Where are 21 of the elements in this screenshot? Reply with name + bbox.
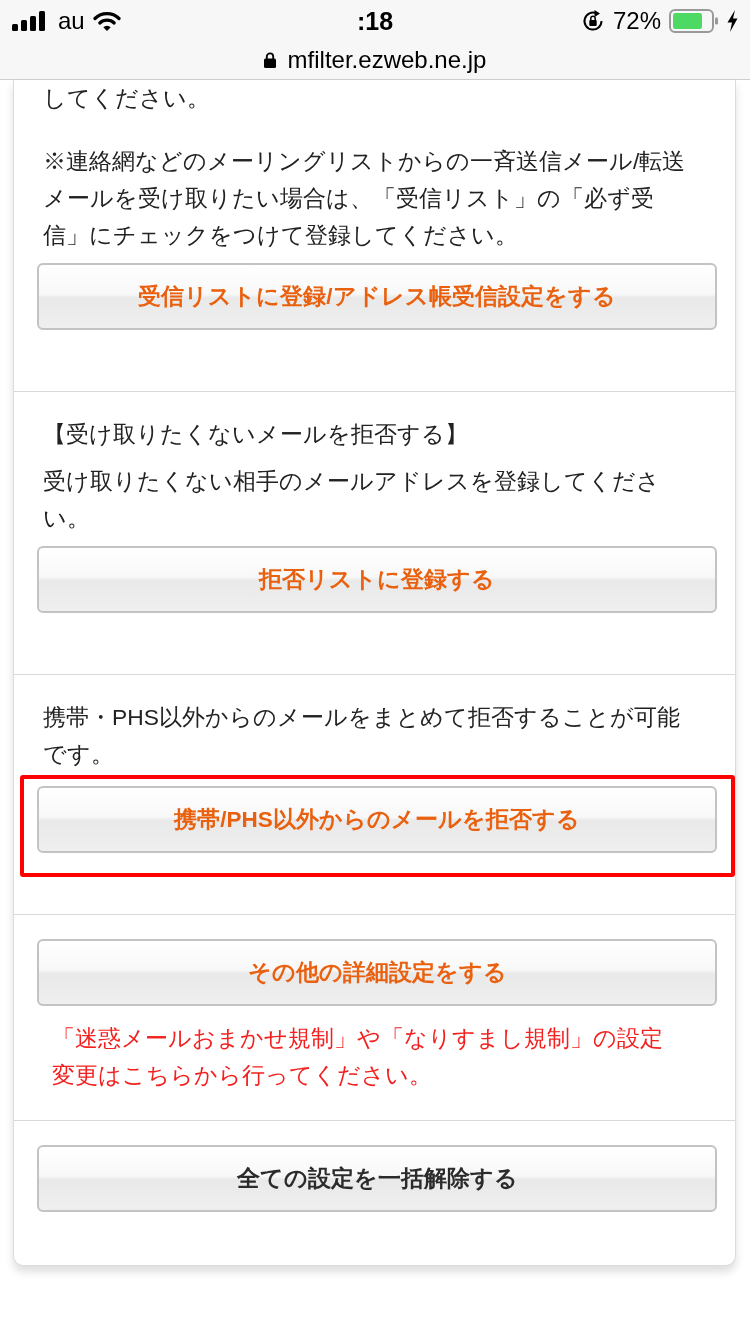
settings-button[interactable]: 受信リストに登録/アドレス帳受信設定をする <box>37 263 717 330</box>
instruction-text: してください。 <box>43 84 211 113</box>
lock-icon <box>263 52 276 68</box>
page-url[interactable]: mfilter.ezweb.ne.jp <box>287 46 487 74</box>
instruction-text: ※連絡網などのメーリングリストからの一斉送信メール/転送メールを受け取りたい場合は、「受信リスト」の「必ず受信」にチェックをつけて登録してください。 <box>43 147 687 250</box>
charging-bolt-icon <box>727 10 738 32</box>
battery-percentage: 72% <box>612 7 661 35</box>
carrier-name: au <box>58 7 85 35</box>
wifi-icon <box>92 11 121 31</box>
signal-icon <box>12 11 46 31</box>
battery-icon <box>669 9 719 33</box>
instruction-text: 携帯・PHS以外からのメールをまとめて拒否することが可能です。 <box>43 703 681 769</box>
settings-button[interactable]: 携帯/PHS以外からのメールを拒否する <box>37 786 717 853</box>
rotation-lock-icon <box>580 9 605 33</box>
clock-time: :18 <box>356 7 394 35</box>
instruction-text: 受け取りたくない相手のメールアドレスを登録してください。 <box>43 467 661 533</box>
section-heading: 【受け取りたくないメールを拒否する】 <box>43 420 469 449</box>
notice-text: 「迷惑メールおまかせ規制」や「なりすまし規制」の設定変更はこちらから行ってください。 <box>52 1024 664 1090</box>
reset-all-button[interactable]: 全ての設定を一括解除する <box>37 1145 717 1212</box>
settings-button[interactable]: その他の詳細設定をする <box>37 939 717 1006</box>
settings-button[interactable]: 拒否リストに登録する <box>37 546 717 613</box>
